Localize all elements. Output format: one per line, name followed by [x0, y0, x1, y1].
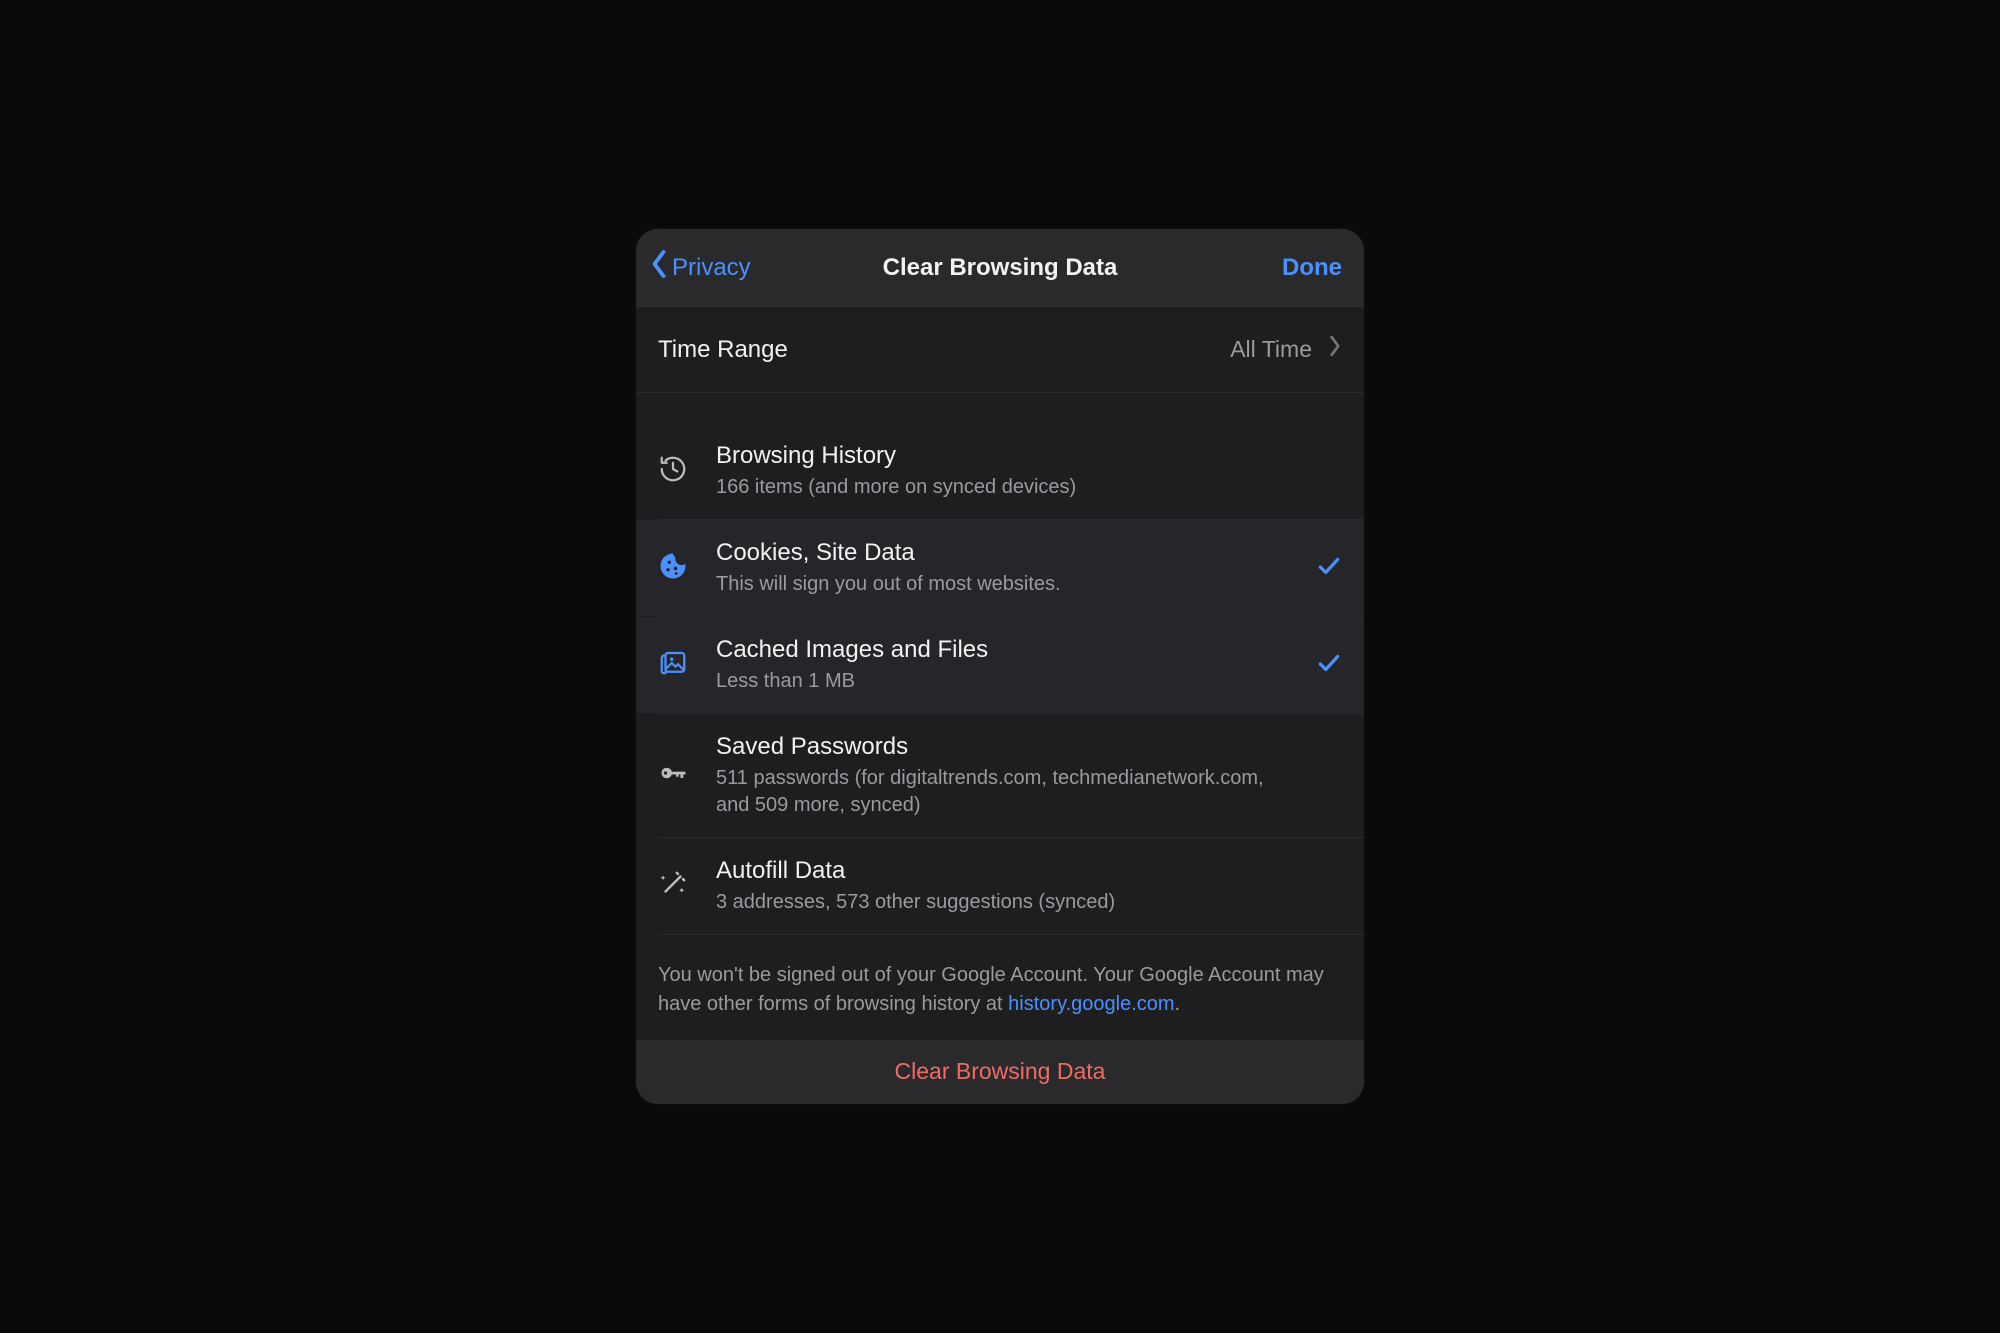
option-cached-images-files[interactable]: Cached Images and Files Less than 1 MB: [636, 617, 1364, 713]
chevron-left-icon: [650, 249, 668, 286]
option-saved-passwords[interactable]: Saved Passwords 511 passwords (for digit…: [636, 714, 1364, 837]
clear-browsing-data-sheet: Privacy Clear Browsing Data Done Time Ra…: [636, 229, 1364, 1104]
clear-browsing-data-button[interactable]: Clear Browsing Data: [636, 1040, 1364, 1104]
back-label: Privacy: [672, 254, 751, 282]
option-subtitle: Less than 1 MB: [716, 668, 1302, 695]
time-range-value: All Time: [1230, 336, 1312, 363]
option-title: Cookies, Site Data: [716, 538, 1302, 568]
done-button[interactable]: Done: [1282, 229, 1342, 306]
option-subtitle: 3 addresses, 573 other suggestions (sync…: [716, 889, 1302, 916]
option-subtitle: This will sign you out of most websites.: [716, 571, 1302, 598]
option-title: Saved Passwords: [716, 732, 1302, 762]
option-subtitle: 166 items (and more on synced devices): [716, 474, 1302, 501]
option-browsing-history[interactable]: Browsing History 166 items (and more on …: [636, 423, 1364, 519]
section-gap: [636, 393, 1364, 423]
option-autofill-data[interactable]: Autofill Data 3 addresses, 573 other sug…: [636, 838, 1364, 934]
cookie-icon: [658, 551, 688, 586]
option-title: Browsing History: [716, 441, 1302, 471]
history-link[interactable]: history.google.com: [1008, 993, 1174, 1015]
history-icon: [658, 454, 688, 489]
footer-text-before: You won't be signed out of your Google A…: [658, 964, 1324, 1014]
cache-icon: [658, 648, 688, 683]
checkmark-icon: [1316, 650, 1342, 681]
navbar: Privacy Clear Browsing Data Done: [636, 229, 1364, 307]
time-range-label: Time Range: [658, 336, 1230, 364]
app-background: Privacy Clear Browsing Data Done Time Ra…: [0, 0, 2000, 1333]
option-cookies-site-data[interactable]: Cookies, Site Data This will sign you ou…: [636, 520, 1364, 616]
option-title: Cached Images and Files: [716, 635, 1302, 665]
back-button[interactable]: Privacy: [650, 229, 751, 306]
footer-note: You won't be signed out of your Google A…: [636, 935, 1364, 1040]
checkmark-icon: [1316, 553, 1342, 584]
footer-text-after: .: [1175, 993, 1181, 1015]
key-icon: [658, 758, 688, 793]
chevron-right-icon: [1328, 335, 1342, 364]
option-title: Autofill Data: [716, 856, 1302, 886]
page-title: Clear Browsing Data: [883, 254, 1118, 282]
wand-icon: [658, 869, 688, 904]
time-range-row[interactable]: Time Range All Time: [636, 307, 1364, 393]
option-subtitle: 511 passwords (for digitaltrends.com, te…: [716, 765, 1302, 819]
